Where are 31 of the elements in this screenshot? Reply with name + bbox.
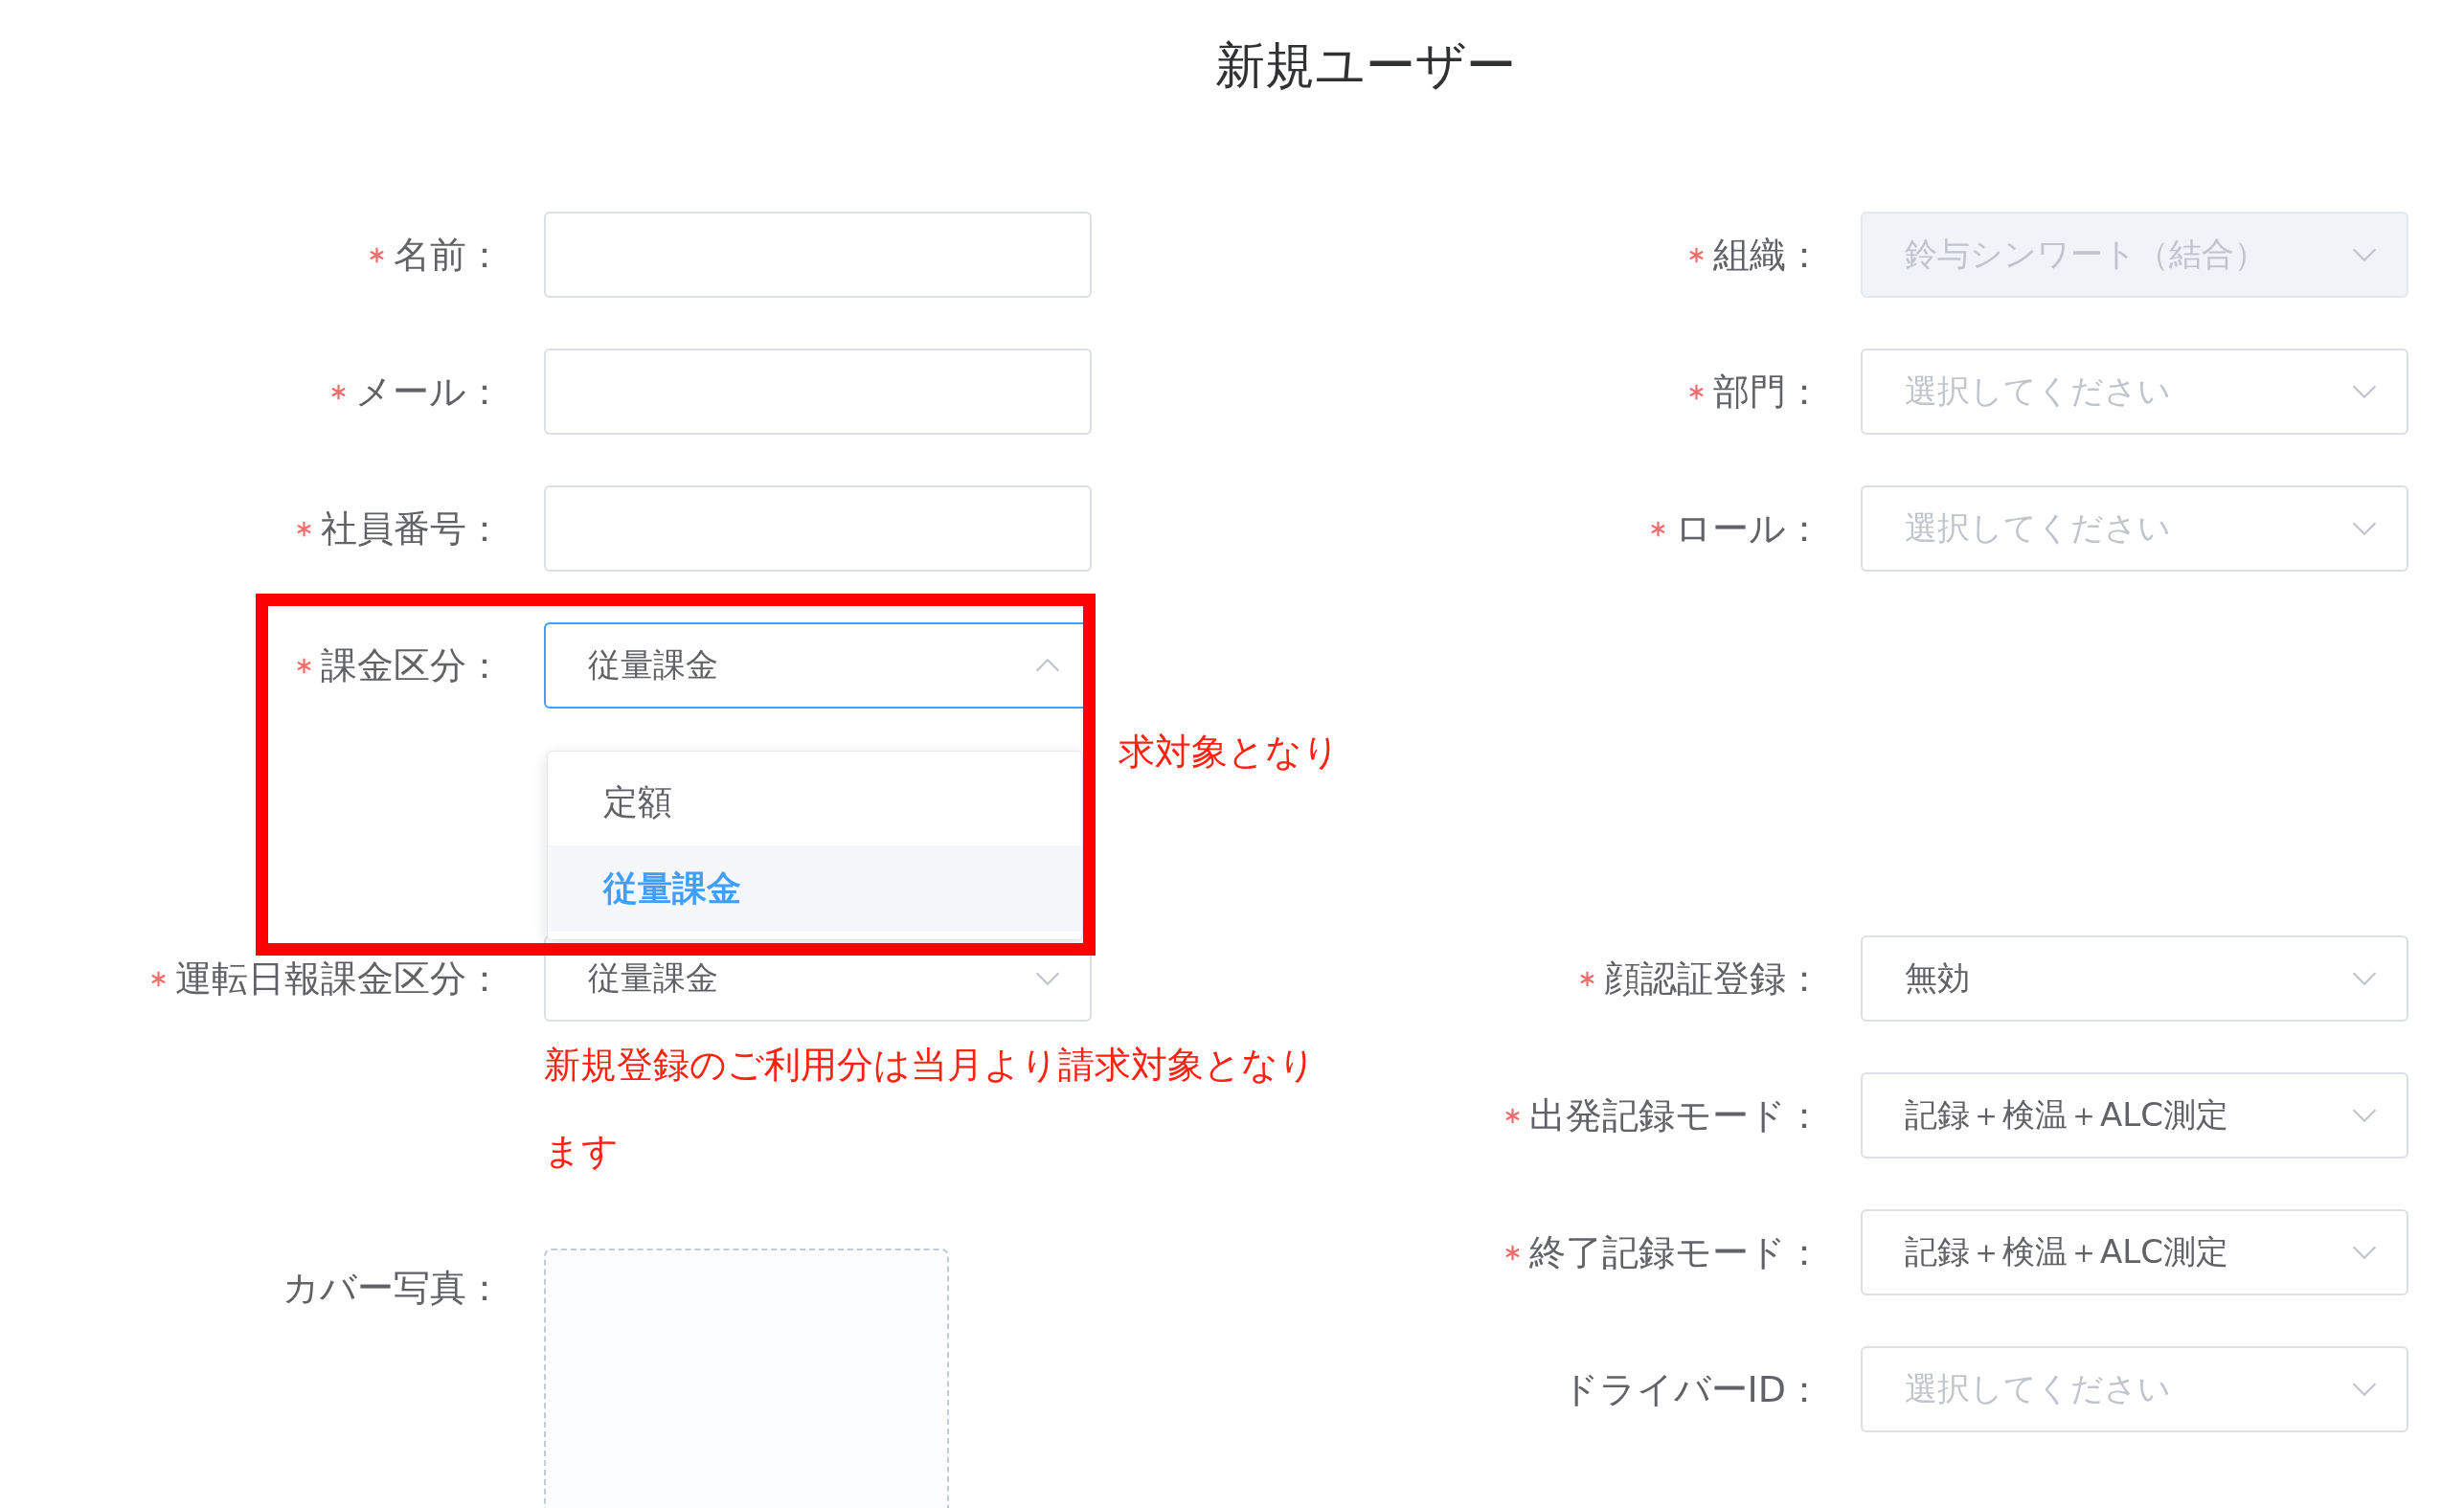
chevron-down-icon: [2351, 247, 2378, 262]
field-label: 出発記録モード：: [1529, 1092, 1822, 1138]
text-field[interactable]: [544, 485, 1092, 572]
form-title: 新規ユーザー: [1214, 36, 1516, 94]
chevron-down-icon: [2351, 971, 2378, 986]
chevron-down-icon: [2351, 1108, 2378, 1123]
chevron-down-icon: [2351, 1245, 2378, 1260]
field-label: ロール：: [1675, 506, 1822, 551]
field-label: 終了記録モード：: [1529, 1229, 1822, 1275]
photo-upload-area[interactable]: [544, 1249, 949, 1508]
select-field[interactable]: 記録＋検温＋ALC測定: [1861, 1209, 2408, 1295]
field-label: 顔認証登録：: [1604, 956, 1822, 1002]
dropdown-option[interactable]: 定額: [548, 759, 1082, 845]
field-label: 部門：: [1713, 369, 1822, 415]
select-field[interactable]: 記録＋検温＋ALC測定: [1861, 1072, 2408, 1159]
text-field[interactable]: [544, 349, 1092, 435]
notice-text: 新規登録のご利用分は当月より請求対象となります: [544, 1043, 1317, 1174]
text-field[interactable]: [544, 212, 1092, 298]
notice-text: 求対象となり: [1119, 730, 1341, 775]
field-label: 課金区分：: [321, 642, 503, 688]
chevron-down-icon: [2351, 1382, 2378, 1397]
chevron-down-icon: [2351, 521, 2378, 536]
chevron-down-icon: [2351, 384, 2378, 399]
field-label: メール：: [355, 369, 503, 415]
field-label: 運転日報課金区分：: [175, 956, 503, 1002]
field-label: ドライバーID：: [1561, 1366, 1822, 1412]
field-label: 名前：: [394, 232, 503, 278]
field-label: 組織：: [1713, 232, 1822, 278]
field-label: カバー写真：: [283, 1265, 503, 1311]
field-label: 社員番号：: [321, 506, 503, 551]
select-field[interactable]: 無効: [1861, 935, 2408, 1022]
